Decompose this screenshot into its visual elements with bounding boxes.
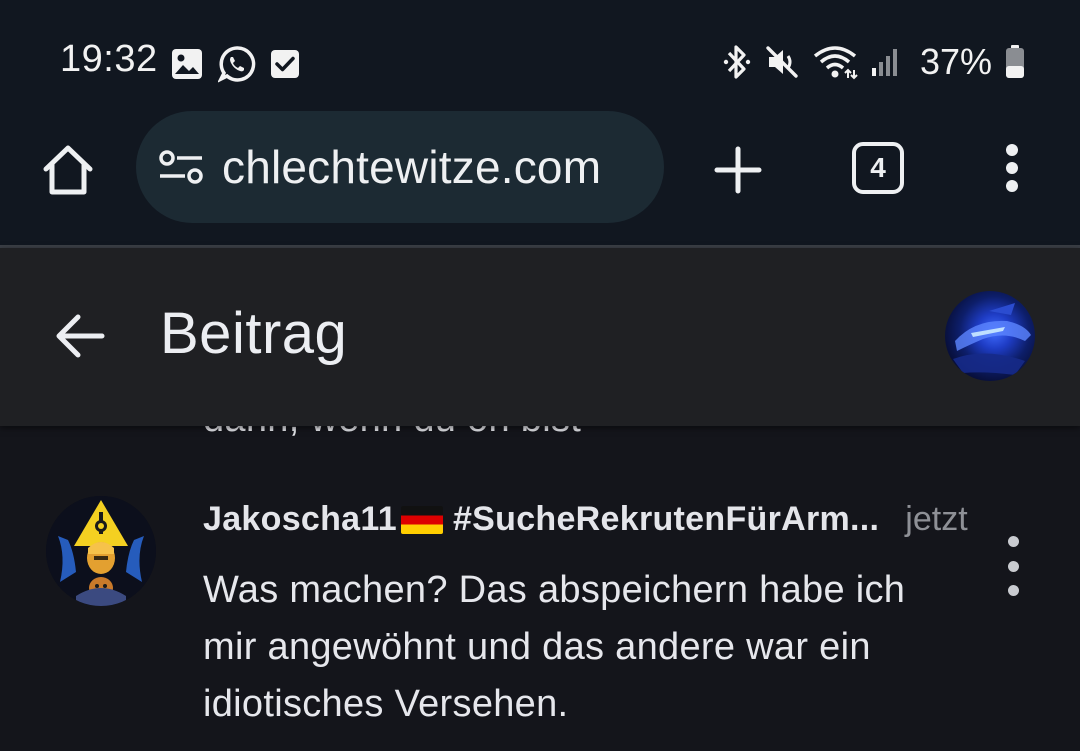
previous-comment-text: dann, wenn du on bist xyxy=(203,426,581,441)
status-time: 19:32 xyxy=(60,38,158,80)
battery-percent: 37% xyxy=(919,41,992,82)
plus-icon xyxy=(714,146,762,194)
browser-menu-button[interactable] xyxy=(996,138,1028,198)
battery-icon xyxy=(1006,45,1024,78)
comment-timestamp: jetzt xyxy=(905,500,968,538)
user-avatar[interactable] xyxy=(945,291,1035,381)
comment-body: Was machen? Das abspeichern habe ich mir… xyxy=(203,569,906,725)
avatar-image xyxy=(46,496,156,606)
new-tab-button[interactable] xyxy=(710,142,766,198)
tab-switcher-button[interactable]: 4 xyxy=(852,142,904,194)
bluetooth-icon xyxy=(723,45,751,79)
address-bar[interactable]: chlechtewitze.com xyxy=(136,111,664,223)
comment-header: Jakoscha11 #SucheRekrutenFürArm... jetzt xyxy=(203,500,968,539)
wifi-icon xyxy=(813,46,858,80)
mute-icon xyxy=(766,46,798,78)
more-vert-icon xyxy=(1006,144,1018,156)
more-vert-icon xyxy=(1007,536,1019,547)
home-button[interactable] xyxy=(40,142,96,198)
comment-more-button[interactable] xyxy=(1006,536,1020,596)
status-bar: 19:32 37% xyxy=(0,0,1080,120)
author-hashtag[interactable]: #SucheRekrutenFürArm... xyxy=(453,500,879,539)
germany-flag-icon xyxy=(400,505,443,534)
system-icons: 37% xyxy=(722,38,1026,86)
browser-toolbar: chlechtewitze.com 4 xyxy=(0,111,1080,246)
comment-author[interactable]: Jakoscha11 xyxy=(203,500,397,539)
app-header: Beitrag xyxy=(0,248,1080,426)
checkbox-icon xyxy=(271,50,299,78)
site-settings-icon[interactable] xyxy=(158,149,204,185)
whatsapp-icon xyxy=(218,46,256,83)
home-icon xyxy=(43,145,93,195)
comment-author-avatar[interactable] xyxy=(46,496,156,606)
notification-icons xyxy=(170,44,300,84)
url-text[interactable]: chlechtewitze.com xyxy=(222,140,601,194)
cell-signal-icon xyxy=(871,49,897,76)
comment-list: dann, wenn du on bist Jakoscha11 #SucheR… xyxy=(0,426,1080,751)
avatar-image xyxy=(953,303,1031,375)
tab-count: 4 xyxy=(870,152,886,183)
page-title: Beitrag xyxy=(160,301,348,366)
image-icon xyxy=(172,49,202,79)
back-arrow-icon[interactable] xyxy=(52,308,108,364)
